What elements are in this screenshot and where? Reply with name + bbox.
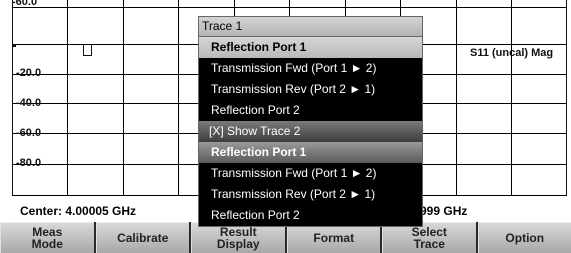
menu-item-transmission-rev[interactable]: Transmission Rev (Port 2 ► 1) [199, 79, 422, 100]
gridline [456, 0, 457, 196]
trace-menu: Trace 1 Reflection Port 1 Transmission F… [198, 16, 423, 227]
menu-item-reflection-port-1[interactable]: Reflection Port 1 [199, 37, 422, 58]
gridline [511, 0, 512, 196]
y-tick-label: -80.0 [16, 157, 42, 169]
menu-item-trace2-reflection-port-1[interactable]: Reflection Port 1 [199, 142, 422, 163]
y-tick-label: -60.0 [16, 127, 42, 139]
y-tick-label: -40.0 [16, 97, 42, 109]
gridline [67, 0, 68, 196]
stop-frequency: 999 GHz [420, 204, 468, 218]
reference-marker [13, 44, 16, 47]
gridline [178, 0, 179, 196]
softkey-meas-mode[interactable]: Meas Mode [0, 222, 94, 253]
menu-item-reflection-port-2[interactable]: Reflection Port 2 [199, 100, 422, 121]
center-frequency: Center: 4.00005 GHz [20, 204, 137, 218]
menu-item-show-trace-2[interactable]: [X] Show Trace 2 [199, 121, 422, 142]
trace-marker [83, 44, 92, 56]
measurement-label: S11 (uncal) Mag [470, 47, 554, 59]
menu-title: Trace 1 [199, 17, 422, 37]
menu-item-trace2-transmission-rev[interactable]: Transmission Rev (Port 2 ► 1) [199, 184, 422, 205]
menu-item-trace2-transmission-fwd[interactable]: Transmission Fwd (Port 1 ► 2) [199, 163, 422, 184]
menu-item-transmission-fwd[interactable]: Transmission Fwd (Port 1 ► 2) [199, 58, 422, 79]
softkey-option[interactable]: Option [477, 222, 571, 253]
softkey-calibrate[interactable]: Calibrate [95, 222, 189, 253]
gridline [123, 0, 124, 196]
menu-item-trace2-reflection-port-2[interactable]: Reflection Port 2 [199, 205, 422, 226]
y-tick-label: -20.0 [16, 67, 42, 79]
